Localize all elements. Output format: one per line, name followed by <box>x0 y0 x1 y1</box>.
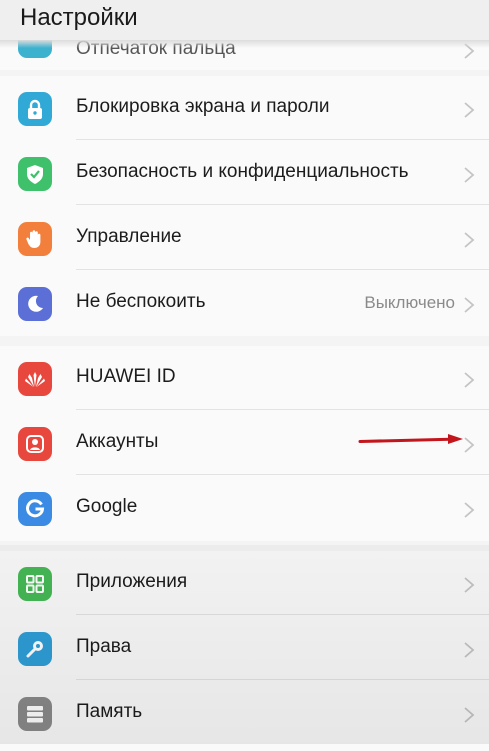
lock-icon <box>18 92 52 126</box>
divider <box>76 204 489 205</box>
status-value: Выключено <box>364 293 455 312</box>
settings-item-management[interactable]: Управление <box>0 206 489 270</box>
settings-item-apps[interactable]: Приложения <box>0 551 489 615</box>
divider <box>76 679 489 680</box>
chevron-right-icon <box>464 642 475 658</box>
huawei-logo-icon <box>18 362 52 396</box>
settings-item-label: Блокировка экрана и пароли <box>76 96 330 117</box>
chevron-right-icon <box>464 167 475 183</box>
divider <box>76 474 489 475</box>
chevron-right-icon <box>464 502 475 518</box>
google-icon <box>18 492 52 526</box>
settings-item-accounts[interactable]: Аккаунты <box>0 411 489 475</box>
chevron-right-icon <box>464 707 475 723</box>
key-icon <box>18 632 52 666</box>
settings-item-label: Безопасность и конфиденциальность <box>76 161 409 182</box>
divider <box>76 269 489 270</box>
moon-icon <box>18 287 52 321</box>
divider <box>76 614 489 615</box>
divider <box>76 409 489 410</box>
settings-item-label: Управление <box>76 226 182 247</box>
settings-item-label: Приложения <box>76 571 188 592</box>
settings-item-label: Не беспокоить <box>76 291 206 312</box>
chevron-right-icon <box>464 437 475 453</box>
settings-item-label: Память <box>76 701 143 722</box>
settings-item-storage[interactable]: Память <box>0 681 489 745</box>
settings-item-label: Аккаунты <box>76 431 159 452</box>
divider <box>76 139 489 140</box>
annotation-arrow <box>358 434 463 444</box>
page-title: Настройки <box>20 4 138 31</box>
chevron-right-icon <box>464 577 475 593</box>
shield-check-icon <box>18 157 52 191</box>
settings-section-accounts: HUAWEI ID Аккаунты Google <box>0 346 489 541</box>
chevron-right-icon <box>464 232 475 248</box>
settings-item-huawei-id[interactable]: HUAWEI ID <box>0 346 489 410</box>
settings-item-screen-lock[interactable]: Блокировка экрана и пароли <box>0 76 489 140</box>
header-shadow <box>0 40 489 48</box>
settings-item-do-not-disturb[interactable]: Не беспокоить Выключено <box>0 271 489 335</box>
chevron-right-icon <box>464 102 475 118</box>
apps-grid-icon <box>18 567 52 601</box>
settings-item-security-privacy[interactable]: Безопасность и конфиденциальность <box>0 141 489 205</box>
settings-item-permissions[interactable]: Права <box>0 616 489 680</box>
settings-item-label: Google <box>76 496 138 517</box>
storage-icon <box>18 697 52 731</box>
chevron-right-icon <box>464 297 475 313</box>
settings-section-apps: Приложения Права Память <box>0 551 489 751</box>
account-icon <box>18 427 52 461</box>
settings-item-label: HUAWEI ID <box>76 366 176 387</box>
settings-item-label: Права <box>76 636 132 657</box>
header-bar: Настройки <box>0 0 489 40</box>
settings-item-google[interactable]: Google <box>0 476 489 540</box>
settings-section-security: Блокировка экрана и пароли Безопасность … <box>0 76 489 336</box>
chevron-right-icon <box>464 372 475 388</box>
hand-icon <box>18 222 52 256</box>
